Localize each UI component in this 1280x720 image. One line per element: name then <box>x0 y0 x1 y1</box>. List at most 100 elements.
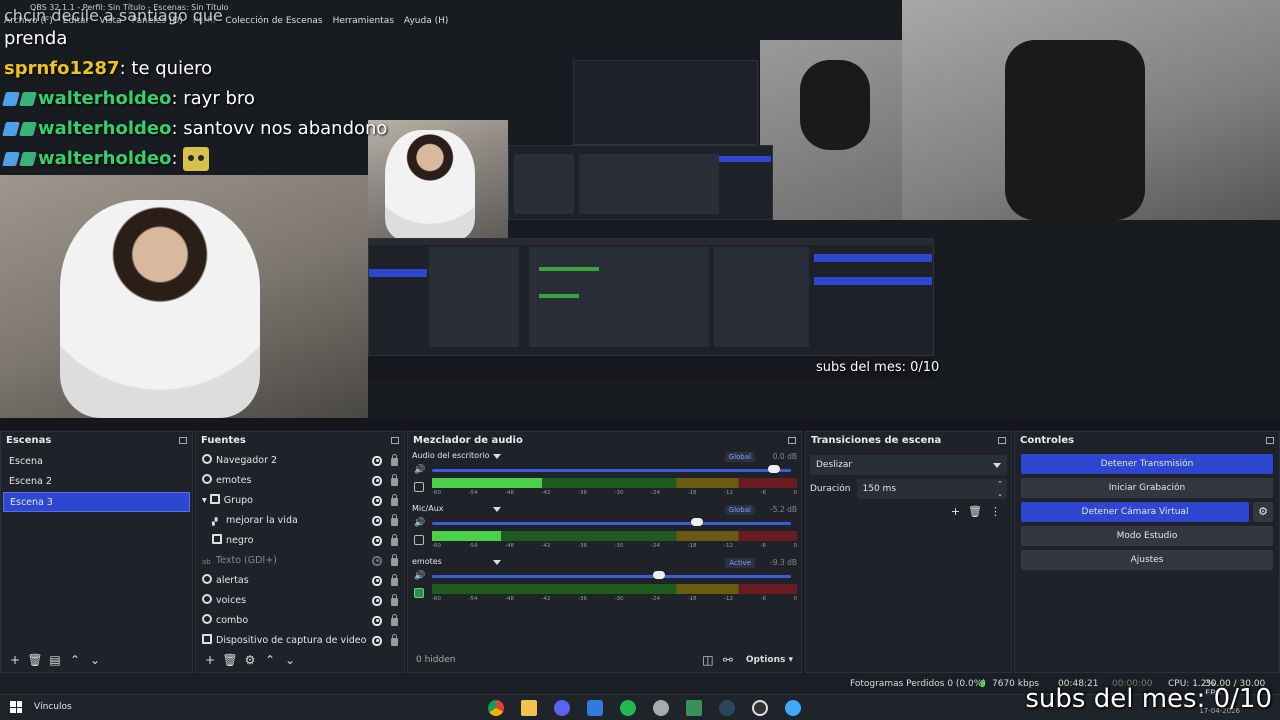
lock-icon[interactable] <box>391 474 398 486</box>
move-down-icon[interactable]: ⌄ <box>282 652 298 668</box>
filter-icon[interactable]: ▤ <box>47 652 63 668</box>
undock-icon[interactable] <box>788 437 796 444</box>
windows-start-icon[interactable] <box>10 701 22 713</box>
lock-icon[interactable] <box>391 614 398 626</box>
volume-slider-track[interactable] <box>432 575 791 578</box>
lock-icon[interactable] <box>391 534 398 546</box>
store-icon[interactable] <box>587 700 603 716</box>
speaker-icon[interactable]: 🔊 <box>414 518 425 528</box>
source-item[interactable]: negro <box>196 531 404 551</box>
visibility-eye-icon[interactable] <box>372 516 382 526</box>
monitor-icon[interactable] <box>414 482 424 492</box>
source-item[interactable]: ▾ Grupo <box>196 491 404 511</box>
source-item[interactable]: ▞ mejorar la vida <box>196 511 404 531</box>
volume-slider-knob[interactable] <box>691 518 704 526</box>
lock-icon[interactable] <box>391 634 398 646</box>
scene-item[interactable]: Escena 2 <box>3 472 190 492</box>
chrome-icon[interactable] <box>488 700 504 716</box>
stepper-icon[interactable]: ⌃ ⌄ <box>997 479 1003 499</box>
speaker-icon[interactable]: 🔊 <box>414 465 425 475</box>
steam-icon[interactable] <box>719 700 735 716</box>
meter-tick-label: -30 <box>614 596 624 602</box>
scene-item[interactable]: Escena <box>3 452 190 472</box>
monitor-icon[interactable] <box>414 535 424 545</box>
visibility-eye-icon[interactable] <box>372 476 382 486</box>
source-item[interactable]: ab Texto (GDI+) <box>196 551 404 571</box>
obs-icon[interactable] <box>752 700 768 716</box>
visibility-eye-icon[interactable] <box>372 596 382 606</box>
transition-select[interactable]: Deslizar <box>810 455 1007 475</box>
audio-mixer-dock: Mezclador de audio Audio del escritorio G… <box>407 431 802 673</box>
meter-tick-label: -12 <box>724 490 733 496</box>
expand-chevron-icon[interactable]: ▾ <box>202 495 210 506</box>
lock-icon[interactable] <box>391 514 398 526</box>
options-button[interactable]: Options ▾ <box>746 655 793 665</box>
undock-icon[interactable] <box>1266 437 1274 444</box>
layout-icon[interactable]: ◫ <box>700 652 716 668</box>
move-up-icon[interactable]: ⌃ <box>262 652 278 668</box>
mixer-title: Mezclador de audio <box>413 435 523 446</box>
gear-icon[interactable]: ⚙ <box>242 652 258 668</box>
move-up-icon[interactable]: ⌃ <box>67 652 83 668</box>
folder-icon[interactable] <box>521 700 537 716</box>
taskbar-links-label[interactable]: Vínculos <box>34 702 72 712</box>
undock-icon[interactable] <box>391 437 399 444</box>
volume-slider-track[interactable] <box>432 469 791 472</box>
visibility-eye-icon[interactable] <box>372 496 382 506</box>
lock-icon[interactable] <box>391 554 398 566</box>
speaker-icon[interactable]: 🔊 <box>414 571 425 581</box>
trash-icon[interactable]: 🗑 <box>222 652 238 668</box>
visibility-eye-icon[interactable] <box>372 456 382 466</box>
settings-button[interactable]: Ajustes <box>1021 550 1273 570</box>
channel-menu-chevron-icon[interactable] <box>493 454 501 459</box>
undock-icon[interactable] <box>179 437 187 444</box>
add-icon[interactable]: + <box>202 652 218 668</box>
volume-slider-knob[interactable] <box>768 465 781 473</box>
add-icon[interactable]: + <box>7 652 23 668</box>
settings-app-icon[interactable] <box>653 700 669 716</box>
meter-tick-label: -48 <box>505 490 514 496</box>
globe-icon <box>202 474 212 484</box>
duration-input[interactable]: 150 ms ⌃ ⌄ <box>856 479 1007 499</box>
lock-icon[interactable] <box>391 574 398 586</box>
studio-mode-button[interactable]: Modo Estudio <box>1021 526 1273 546</box>
trash-icon[interactable]: 🗑 <box>968 505 982 518</box>
visibility-eye-icon[interactable] <box>372 636 382 646</box>
level-meter <box>432 584 797 594</box>
source-item[interactable]: combo <box>196 611 404 631</box>
stop-streaming-button[interactable]: Detener Transmisión <box>1021 454 1273 474</box>
more-icon[interactable]: ⋮ <box>990 505 1001 518</box>
scene-item-selected[interactable]: Escena 3 <box>3 492 190 512</box>
lock-icon[interactable] <box>391 494 398 506</box>
move-down-icon[interactable]: ⌄ <box>87 652 103 668</box>
source-item[interactable]: alertas <box>196 571 404 591</box>
lock-icon[interactable] <box>391 594 398 606</box>
volume-slider-knob[interactable] <box>652 571 665 579</box>
source-item[interactable]: voices <box>196 591 404 611</box>
visibility-eye-icon[interactable] <box>372 576 382 586</box>
link-icon[interactable]: ⚯ <box>720 652 736 668</box>
source-item[interactable]: Navegador 2 <box>196 451 404 471</box>
visibility-eye-icon[interactable] <box>372 536 382 546</box>
lock-icon[interactable] <box>391 454 398 466</box>
visibility-eye-icon[interactable] <box>372 556 382 566</box>
virtual-camera-settings-gear-icon[interactable]: ⚙ <box>1253 502 1273 522</box>
meter-tick-label: -6 <box>760 543 766 549</box>
chat-line: sprnfo1287: te quiero <box>4 58 213 79</box>
channel-menu-chevron-icon[interactable] <box>493 560 501 565</box>
app2-icon[interactable] <box>785 700 801 716</box>
spotify-icon[interactable] <box>620 700 636 716</box>
menu-ayuda[interactable]: Ayuda (H) <box>404 16 448 32</box>
undock-icon[interactable] <box>998 437 1006 444</box>
stop-virtual-camera-button[interactable]: Detener Cámara Virtual <box>1021 502 1249 522</box>
app-icon[interactable] <box>686 700 702 716</box>
source-item[interactable]: emotes <box>196 471 404 491</box>
start-recording-button[interactable]: Iniciar Grabación <box>1021 478 1273 498</box>
trash-icon[interactable]: 🗑 <box>27 652 43 668</box>
monitor-icon[interactable] <box>414 588 424 598</box>
add-icon[interactable]: + <box>951 505 960 518</box>
discord-icon[interactable] <box>554 700 570 716</box>
volume-slider-track[interactable] <box>432 522 791 525</box>
visibility-eye-icon[interactable] <box>372 616 382 626</box>
channel-menu-chevron-icon[interactable] <box>493 507 501 512</box>
